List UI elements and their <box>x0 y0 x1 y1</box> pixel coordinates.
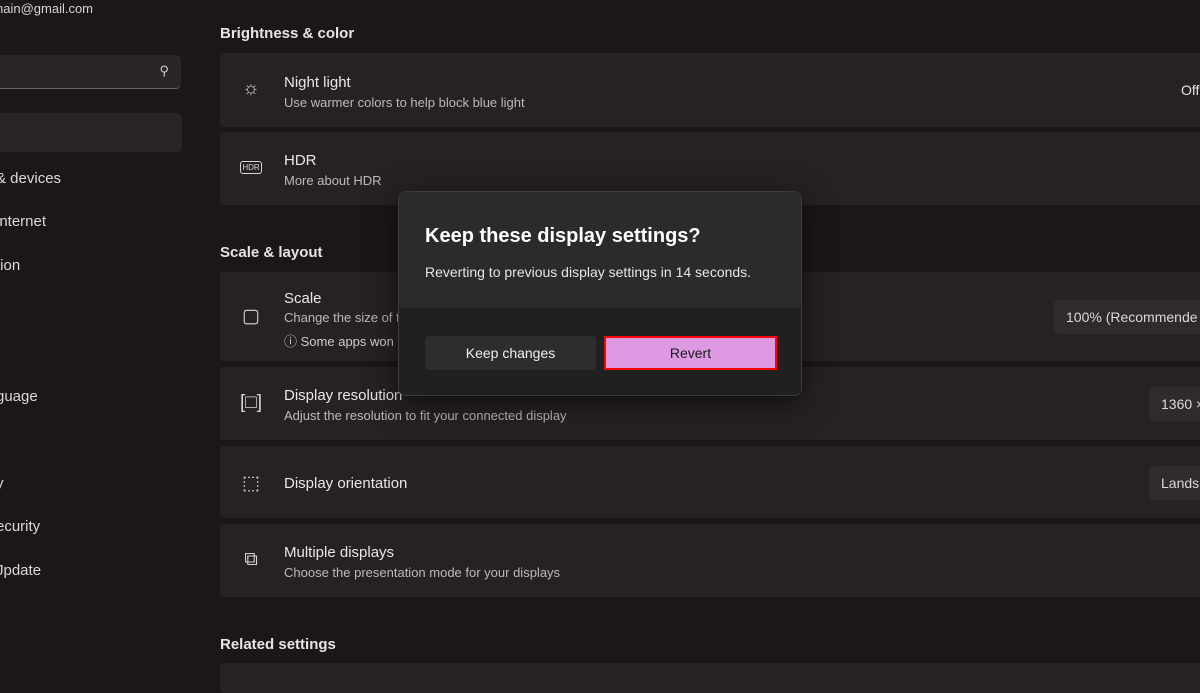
resolution-subtitle: Adjust the resolution to fit your connec… <box>284 408 567 423</box>
display-orientation-card[interactable]: ⬚ Display orientation Lands <box>220 446 1200 518</box>
sidebar-item-devices[interactable]: & devices <box>0 170 61 187</box>
related-settings-card[interactable] <box>220 663 1200 693</box>
hdr-title: HDR <box>284 152 317 169</box>
revert-button[interactable]: Revert <box>604 336 777 370</box>
sidebar-item-accessibility[interactable]: y <box>0 475 4 492</box>
night-light-status: Off <box>1181 82 1200 98</box>
night-light-title: Night light <box>284 74 351 91</box>
dialog-footer: Keep changes Revert <box>399 307 801 395</box>
night-light-card[interactable]: ☼ Night light Use warmer colors to help … <box>220 53 1200 127</box>
scale-dropdown[interactable]: 100% (Recommende <box>1054 300 1200 334</box>
info-icon: ⓘ <box>284 334 298 349</box>
keep-settings-dialog: Keep these display settings? Reverting t… <box>398 191 802 396</box>
search-icon: ⚲ <box>159 63 169 78</box>
search-input[interactable]: ⚲ <box>0 55 181 89</box>
scale-note-text: Some apps won <box>300 334 394 349</box>
section-brightness: Brightness & color <box>220 25 355 42</box>
dialog-title: Keep these display settings? <box>425 225 701 247</box>
sidebar-item-time-language[interactable]: guage <box>0 388 38 405</box>
sidebar-item-personalization[interactable]: tion <box>0 257 20 274</box>
multiple-displays-subtitle: Choose the presentation mode for your di… <box>284 565 561 580</box>
scale-subtitle: Change the size of t <box>284 310 400 325</box>
sidebar-item-selected[interactable] <box>0 113 182 152</box>
hdr-link[interactable]: More about HDR <box>284 173 382 188</box>
section-related-settings: Related settings <box>220 636 336 653</box>
sidebar-item-privacy-security[interactable]: ecurity <box>0 518 40 535</box>
resolution-dropdown[interactable]: 1360 × <box>1149 387 1200 421</box>
night-light-subtitle: Use warmer colors to help block blue lig… <box>284 95 525 110</box>
scale-note: ⓘ Some apps won <box>284 331 394 350</box>
sidebar-item-network[interactable]: internet <box>0 213 46 230</box>
dialog-message: Reverting to previous display settings i… <box>425 264 752 280</box>
multiple-displays-title: Multiple displays <box>284 544 395 561</box>
orientation-title: Display orientation <box>284 475 408 492</box>
multiple-displays-icon: ⧉ <box>244 549 258 570</box>
sidebar-item-windows-update[interactable]: Jpdate <box>0 562 41 579</box>
night-light-icon: ☼ <box>242 78 260 99</box>
multiple-displays-card[interactable]: ⧉ Multiple displays Choose the presentat… <box>220 524 1200 597</box>
hdr-icon: HDR <box>240 161 262 174</box>
keep-changes-button[interactable]: Keep changes <box>425 336 596 370</box>
scale-icon: ▢ <box>242 306 260 327</box>
section-scale-layout: Scale & layout <box>220 244 323 261</box>
orientation-icon: ⬚ <box>242 473 260 494</box>
scale-title: Scale <box>284 290 322 307</box>
resolution-icon: [□] <box>240 392 263 413</box>
resolution-title: Display resolution <box>284 387 403 404</box>
account-email: hain@gmail.com <box>0 1 94 16</box>
orientation-dropdown[interactable]: Lands <box>1149 466 1200 500</box>
